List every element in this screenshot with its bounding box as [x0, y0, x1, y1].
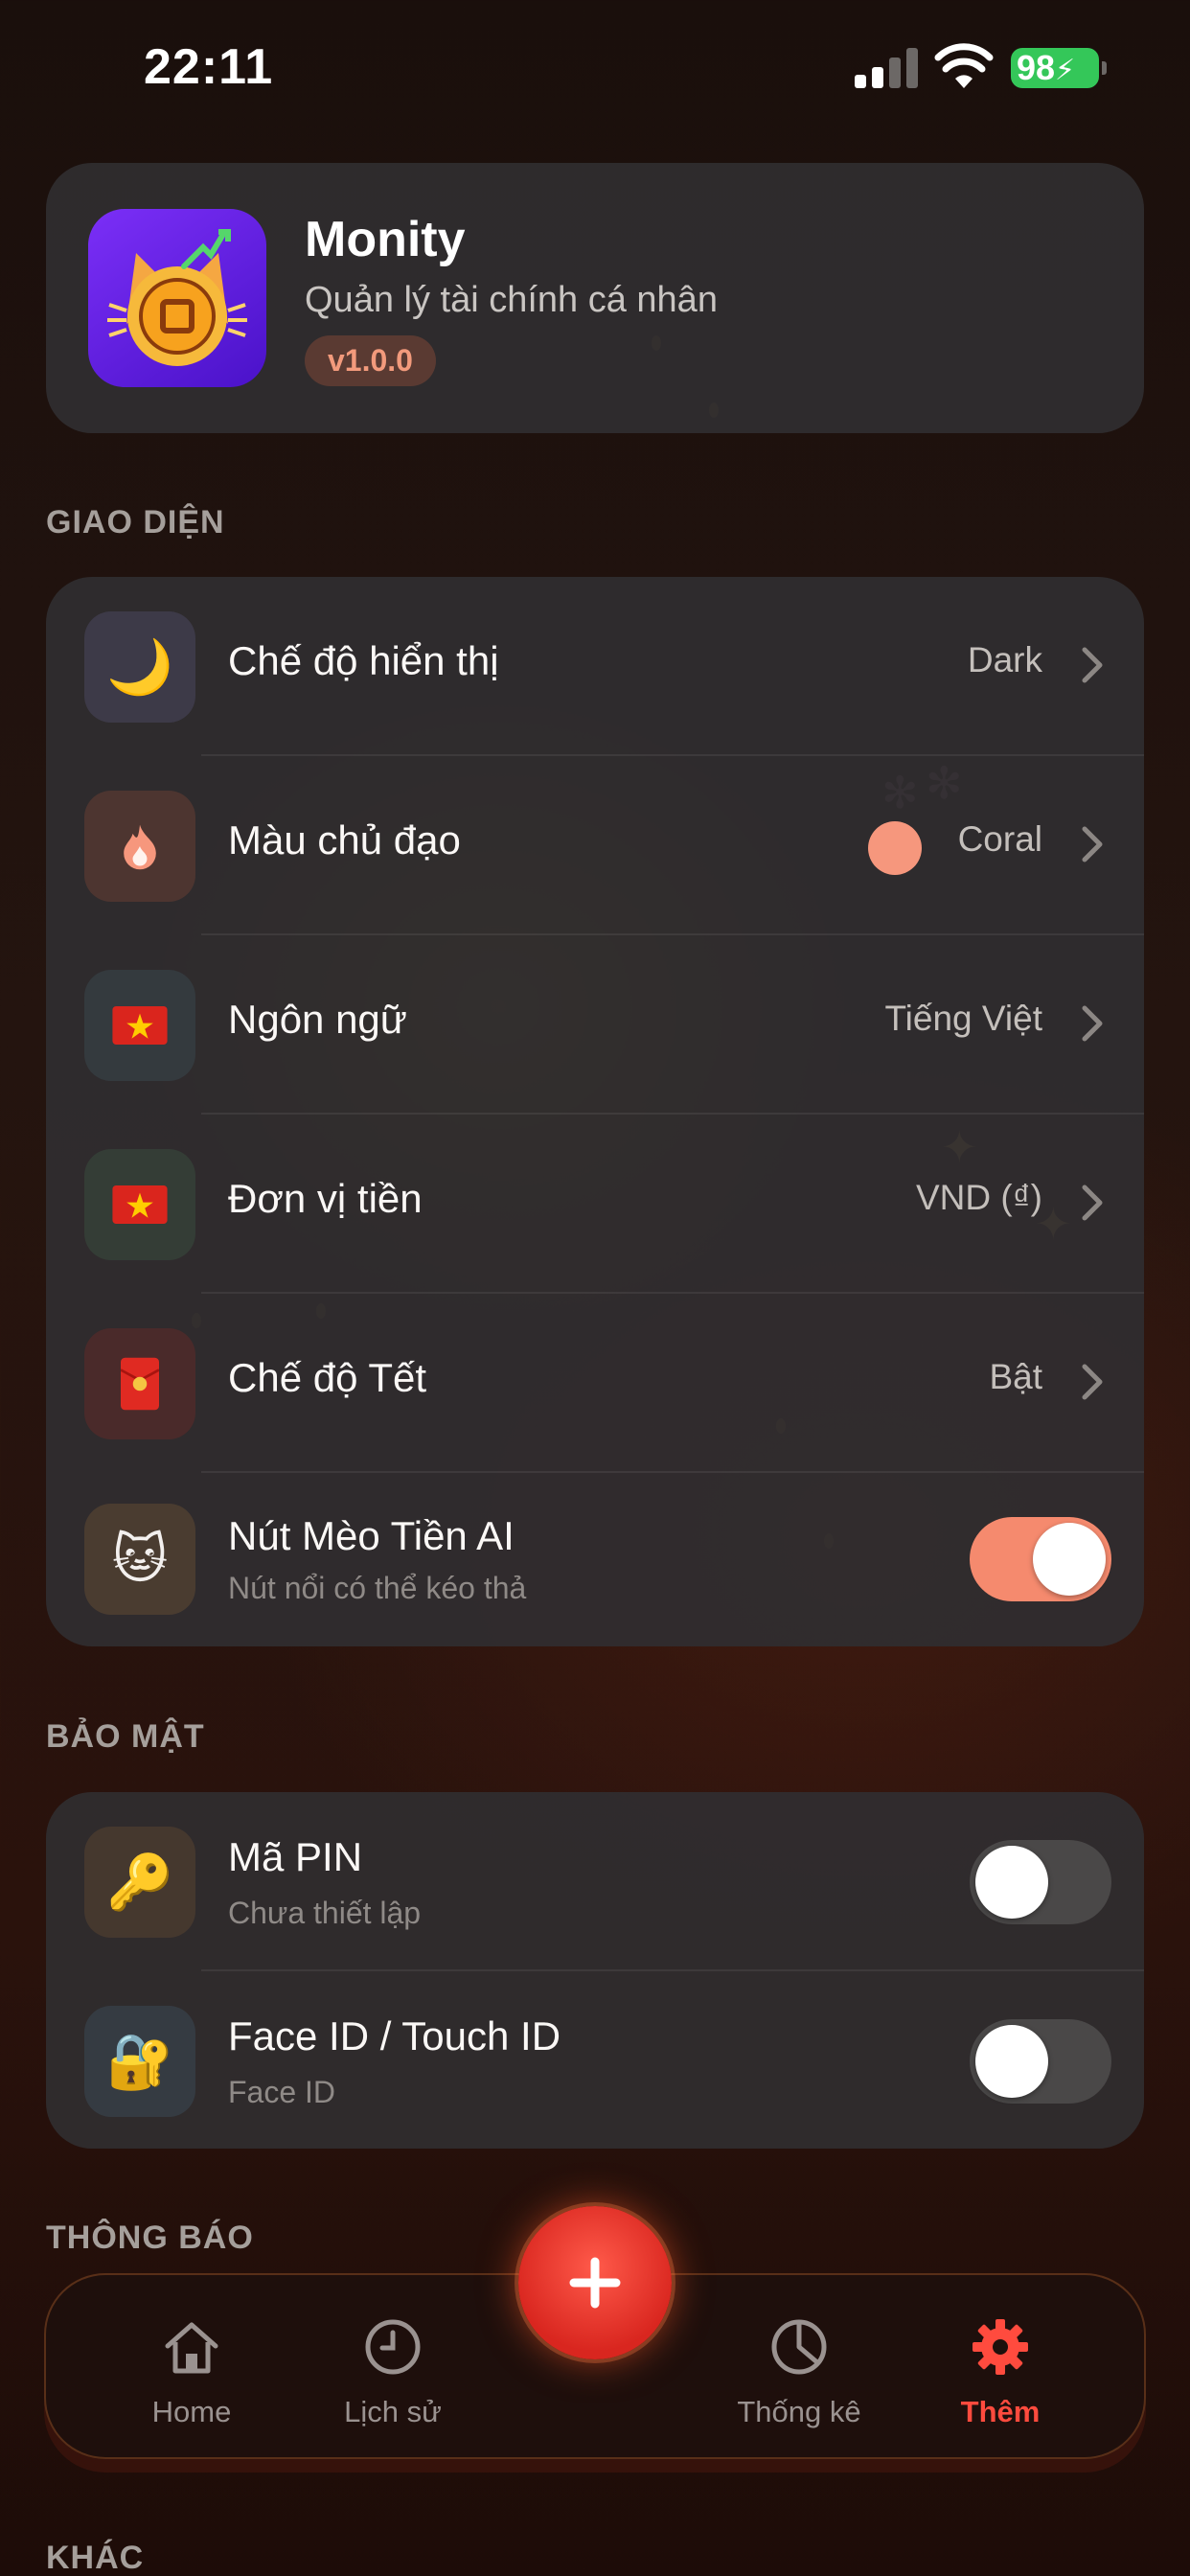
tab-label: Home [151, 2395, 232, 2428]
row-subtitle: Face ID [228, 2075, 336, 2109]
status-bar: 22:11 98⚡ [0, 0, 1190, 144]
pie-chart-icon [771, 2319, 827, 2375]
chevron-right-icon [1082, 1184, 1103, 1221]
vietnam-flag-icon [84, 1149, 195, 1260]
add-transaction-button[interactable] [518, 2206, 672, 2359]
lock-key-icon: 🔐 [84, 2006, 195, 2117]
pin-toggle[interactable] [970, 1840, 1111, 1924]
row-label: Chế độ hiển thị [228, 638, 499, 683]
app-name: Monity [305, 212, 466, 267]
row-label: Màu chủ đạo [228, 817, 461, 862]
row-value: Tiếng Việt [884, 999, 1042, 1038]
version-badge: v1.0.0 [305, 335, 436, 386]
row-label: Đơn vị tiền [228, 1176, 423, 1221]
battery-level: 98 [1017, 48, 1056, 87]
tab-statistics[interactable]: Thống kê [713, 2313, 885, 2429]
tab-history[interactable]: Lịch sử [307, 2313, 479, 2429]
section-title-security: BẢO MẬT [46, 1718, 205, 1755]
row-value: VND (₫) [915, 1178, 1042, 1217]
vietnam-flag-icon [84, 970, 195, 1081]
app-info-card: Monity Quản lý tài chính cá nhân v1.0.0 [46, 163, 1144, 433]
row-value: Coral [957, 819, 1042, 859]
currency-row[interactable]: Đơn vị tiền VND (₫) [46, 1115, 1144, 1294]
row-subtitle: Chưa thiết lập [228, 1896, 422, 1930]
tet-mode-row[interactable]: Chế độ Tết Bật [46, 1294, 1144, 1473]
section-title-other: KHÁC [46, 2540, 145, 2576]
row-label: Chế độ Tết [228, 1355, 427, 1400]
chevron-right-icon [1082, 826, 1103, 862]
ai-cat-toggle[interactable] [970, 1517, 1111, 1601]
toggle-knob [975, 2025, 1048, 2098]
tab-label: Thống kê [737, 2395, 861, 2428]
red-envelope-icon [84, 1328, 195, 1439]
security-settings-card: 🔑 Mã PIN Chưa thiết lập 🔐 Face ID / Touc… [46, 1792, 1144, 2149]
row-subtitle: Nút nổi có thể kéo thả [228, 1571, 527, 1605]
row-label: Face ID / Touch ID [228, 2013, 561, 2058]
home-icon [165, 2322, 218, 2374]
status-time: 22:11 [144, 39, 274, 95]
tab-label: Thêm [960, 2395, 1041, 2428]
cat-icon: 🐱 [84, 1504, 195, 1615]
ai-cat-button-row: 🐱 Nút Mèo Tiền AI Nút nổi có thể kéo thả [46, 1473, 1144, 1646]
app-logo-icon [88, 209, 266, 387]
flame-icon [84, 791, 195, 902]
cellular-signal-icon [855, 46, 922, 88]
theme-color-row[interactable]: Màu chủ đạo Coral [46, 756, 1144, 935]
battery-indicator: 98⚡ [1011, 48, 1107, 88]
gear-icon [973, 2319, 1028, 2375]
row-value: Bật [989, 1357, 1042, 1396]
section-title-notifications: THÔNG BÁO [46, 2220, 254, 2256]
section-title-appearance: GIAO DIỆN [46, 504, 225, 540]
app-subtitle: Quản lý tài chính cá nhân [305, 280, 718, 320]
chevron-right-icon [1082, 1364, 1103, 1400]
wifi-icon [934, 43, 994, 88]
row-label: Ngôn ngữ [228, 997, 407, 1042]
biometric-toggle[interactable] [970, 2019, 1111, 2104]
key-icon: 🔑 [84, 1827, 195, 1938]
pin-code-row: 🔑 Mã PIN Chưa thiết lập [46, 1792, 1144, 1971]
tab-label: Lịch sử [344, 2395, 442, 2428]
toggle-knob [975, 1846, 1048, 1919]
tab-more[interactable]: Thêm [914, 2313, 1087, 2429]
row-label: Nút Mèo Tiền AI [228, 1513, 515, 1558]
chevron-right-icon [1082, 1005, 1103, 1042]
chevron-right-icon [1082, 647, 1103, 683]
row-value: Dark [967, 640, 1042, 679]
theme-color-swatch [868, 821, 922, 875]
row-label: Mã PIN [228, 1834, 363, 1879]
charging-bolt-icon: ⚡ [1055, 55, 1076, 86]
clock-icon [365, 2319, 421, 2375]
tab-home[interactable]: Home [105, 2313, 278, 2429]
moon-icon: 🌙 [84, 611, 195, 723]
language-row[interactable]: Ngôn ngữ Tiếng Việt [46, 935, 1144, 1115]
appearance-settings-card: 🌙 Chế độ hiển thị Dark Màu chủ đạo Coral… [46, 577, 1144, 1646]
biometric-row: 🔐 Face ID / Touch ID Face ID [46, 1971, 1144, 2149]
toggle-knob [1033, 1523, 1106, 1596]
plus-icon [569, 2257, 621, 2309]
display-mode-row[interactable]: 🌙 Chế độ hiển thị Dark [46, 577, 1144, 756]
